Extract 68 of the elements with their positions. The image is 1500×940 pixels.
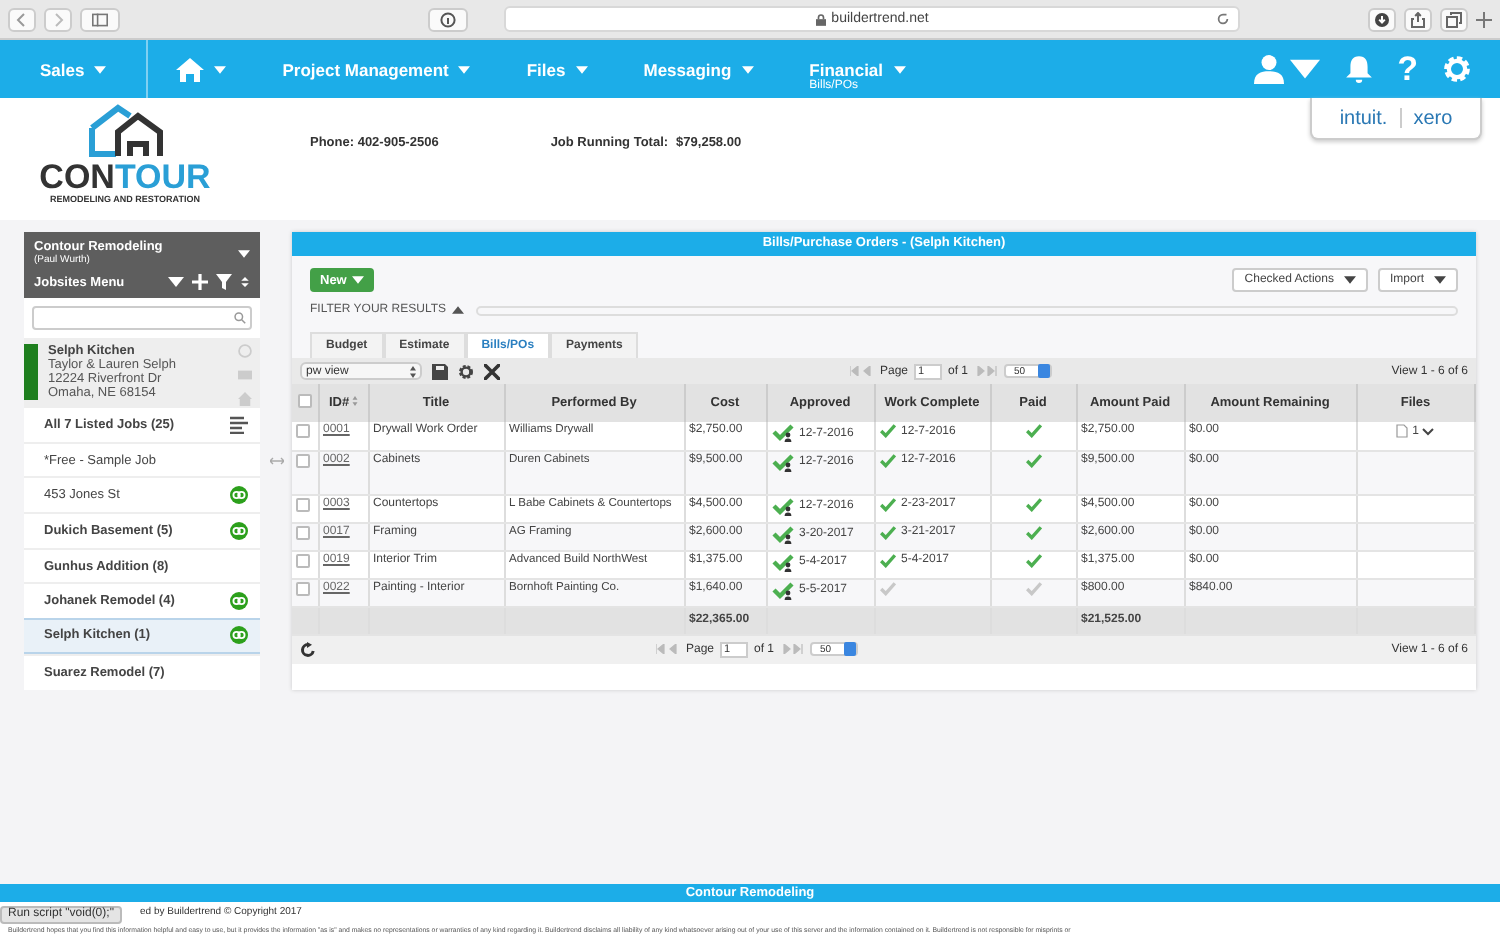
row-checkbox[interactable] [296, 497, 310, 511]
intuit-logo: intuit. [1339, 107, 1388, 129]
share-button[interactable] [1404, 7, 1432, 31]
first-prev-icon[interactable] [656, 644, 680, 654]
search-icon [234, 312, 246, 324]
approved-icon [771, 553, 793, 571]
file-icon [1396, 424, 1409, 438]
filter-icon[interactable] [216, 274, 232, 290]
settings-icon[interactable] [458, 363, 474, 379]
logo-icon [85, 104, 165, 160]
row-checkbox[interactable] [296, 424, 310, 438]
caret-icon [1289, 54, 1320, 84]
download-icon [1374, 11, 1390, 27]
save-icon[interactable] [432, 363, 448, 379]
caret-icon [352, 276, 365, 284]
add-icon[interactable] [192, 274, 208, 290]
current-job-marker [24, 344, 38, 400]
list-icon[interactable] [230, 415, 248, 434]
search-field[interactable] [32, 306, 252, 330]
user-icon[interactable] [1253, 54, 1284, 84]
back-button[interactable] [8, 7, 36, 31]
next-last-icon[interactable] [780, 644, 805, 654]
share-icon [1410, 11, 1426, 27]
row-checkbox[interactable] [296, 453, 310, 467]
sort-icon[interactable] [240, 274, 250, 290]
caret-icon [94, 65, 107, 73]
approved-icon [771, 497, 793, 515]
refresh-icon[interactable] [300, 641, 316, 657]
stepper-icon [410, 365, 416, 377]
resize-icon[interactable] [269, 456, 283, 466]
approved-icon [771, 525, 793, 543]
home-icon [176, 57, 205, 81]
row-checkbox[interactable] [296, 581, 310, 595]
caret-icon [238, 249, 250, 257]
bell-icon[interactable] [1343, 54, 1374, 84]
caret-icon[interactable] [452, 306, 465, 314]
caret-icon [214, 65, 227, 73]
forward-icon [50, 11, 66, 27]
select-all-checkbox[interactable] [297, 394, 312, 408]
tabs-icon [1446, 11, 1462, 27]
tabs-button[interactable] [1440, 7, 1468, 31]
back-icon [14, 11, 30, 27]
caret-icon [168, 274, 184, 290]
caret-icon [893, 65, 906, 73]
download-button[interactable] [1368, 7, 1396, 31]
caret-icon [575, 65, 588, 73]
caret-icon [458, 65, 471, 73]
xero-logo: xero [1413, 107, 1453, 129]
approved-icon [771, 453, 793, 471]
first-prev-icon[interactable] [850, 366, 874, 376]
caret-icon [1343, 276, 1356, 284]
sidebar-icon [92, 11, 108, 27]
sort-icon [351, 396, 358, 406]
approved-icon [771, 581, 793, 599]
integrations-panel[interactable]: intuit. xero [1310, 98, 1482, 140]
row-checkbox[interactable] [296, 525, 310, 539]
chevron-icon [1422, 427, 1435, 435]
new-tab-icon[interactable] [1476, 11, 1492, 27]
sidebar-button[interactable] [80, 7, 120, 31]
caret-icon [741, 65, 754, 73]
next-last-icon[interactable] [974, 366, 999, 376]
info-button[interactable] [428, 7, 468, 31]
caret-icon [1434, 276, 1446, 284]
home-icon[interactable] [238, 392, 252, 406]
approved-icon [771, 424, 793, 442]
logo-name: CONTOUR [39, 160, 211, 194]
row-checkbox[interactable] [296, 553, 310, 567]
forward-button[interactable] [44, 7, 72, 31]
